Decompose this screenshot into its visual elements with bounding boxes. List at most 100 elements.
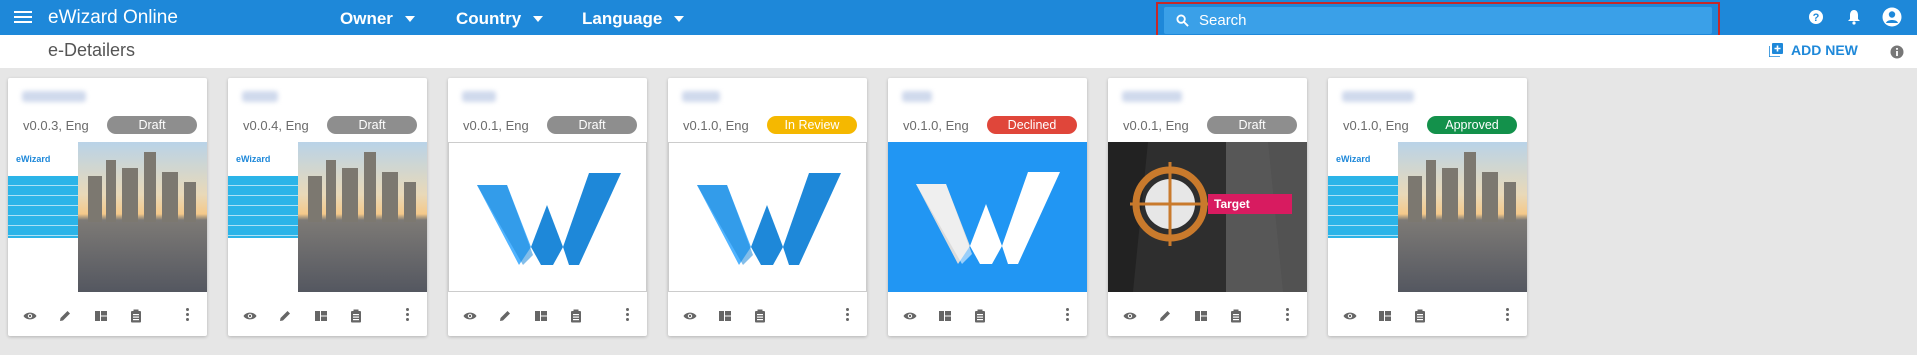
country-filter[interactable]: Country: [456, 9, 544, 29]
search-input[interactable]: Search: [1164, 7, 1712, 34]
card-thumbnail[interactable]: Target: [1108, 142, 1307, 292]
edit-icon[interactable]: [58, 309, 72, 323]
status-badge: Declined: [987, 116, 1077, 134]
layout-icon[interactable]: [314, 309, 328, 323]
mini-nav-preview: [228, 176, 298, 238]
card-version-language: v0.1.0, Eng: [683, 118, 749, 133]
card-version-language: v0.0.1, Eng: [463, 118, 529, 133]
menu-icon[interactable]: [14, 8, 32, 26]
thumb-text: Target: [1214, 197, 1250, 211]
ewizard-logo-icon: eWizard: [1336, 154, 1371, 164]
more-vert-icon[interactable]: [406, 308, 409, 322]
card-actions: [668, 302, 867, 332]
owner-filter[interactable]: Owner: [340, 9, 415, 29]
layout-icon[interactable]: [94, 309, 108, 323]
view-icon[interactable]: [903, 309, 917, 323]
card-name-redacted: [1122, 91, 1182, 102]
card-name-redacted: [682, 91, 720, 102]
layout-icon[interactable]: [534, 309, 548, 323]
edetailer-card[interactable]: v0.1.0, Eng Approved eWizard: [1328, 78, 1527, 336]
chevron-down-icon: [404, 16, 415, 22]
edetailer-card[interactable]: v0.1.0, Eng Declined: [888, 78, 1087, 336]
account-icon[interactable]: [1882, 7, 1902, 32]
ewizard-logo-icon: [449, 173, 646, 291]
city-image: [1398, 142, 1527, 292]
view-icon[interactable]: [1343, 309, 1357, 323]
view-icon[interactable]: [1123, 309, 1137, 323]
more-vert-icon[interactable]: [1066, 308, 1069, 322]
view-icon[interactable]: [683, 309, 697, 323]
card-version-language: v0.1.0, Eng: [903, 118, 969, 133]
card-actions: [1328, 302, 1527, 332]
layout-icon[interactable]: [1194, 309, 1208, 323]
chevron-down-icon: [674, 16, 685, 22]
edit-icon[interactable]: [498, 309, 512, 323]
card-actions: [8, 302, 207, 332]
search-icon: [1176, 14, 1189, 27]
more-vert-icon[interactable]: [186, 308, 189, 322]
card-thumbnail[interactable]: eWizard: [8, 142, 207, 292]
sub-header: e-Detailers ADD NEW: [0, 35, 1917, 68]
page-title: e-Detailers: [48, 40, 136, 60]
edetailer-card[interactable]: v0.0.1, Eng Draft: [448, 78, 647, 336]
chevron-down-icon: [533, 16, 544, 22]
mini-nav-preview: [1328, 176, 1398, 238]
owner-filter-label: Owner: [340, 9, 393, 28]
clipboard-icon[interactable]: [973, 309, 987, 323]
edetailer-card[interactable]: v0.0.1, Eng Draft Target: [1108, 78, 1307, 336]
language-filter[interactable]: Language: [582, 9, 685, 29]
card-thumbnail[interactable]: [448, 142, 647, 292]
notifications-icon[interactable]: [1846, 9, 1862, 30]
clipboard-icon[interactable]: [753, 309, 767, 323]
svg-text:?: ?: [1813, 12, 1820, 24]
edetailer-card[interactable]: v0.0.3, Eng Draft eWizard: [8, 78, 207, 336]
layout-icon[interactable]: [718, 309, 732, 323]
card-version-language: v0.0.3, Eng: [23, 118, 89, 133]
edetailer-card[interactable]: v0.1.0, Eng In Review: [668, 78, 867, 336]
more-vert-icon[interactable]: [1506, 308, 1509, 322]
ewizard-logo-icon: eWizard: [236, 154, 271, 164]
ewizard-logo-icon: eWizard: [16, 154, 51, 164]
more-vert-icon[interactable]: [1286, 308, 1289, 322]
layout-icon[interactable]: [1378, 309, 1392, 323]
card-actions: [228, 302, 427, 332]
target-image: Target: [1108, 142, 1307, 292]
clipboard-icon[interactable]: [129, 309, 143, 323]
add-new-label: ADD NEW: [1791, 42, 1858, 58]
search-placeholder: Search: [1199, 12, 1247, 29]
ewizard-logo-icon: [669, 173, 866, 291]
layout-icon[interactable]: [938, 309, 952, 323]
card-thumbnail[interactable]: eWizard: [228, 142, 427, 292]
add-new-button[interactable]: ADD NEW: [1769, 42, 1858, 58]
edit-icon[interactable]: [278, 309, 292, 323]
add-box-icon: [1769, 43, 1783, 57]
card-thumbnail[interactable]: [888, 142, 1087, 292]
view-icon[interactable]: [463, 309, 477, 323]
status-badge: Draft: [547, 116, 637, 134]
more-vert-icon[interactable]: [846, 308, 849, 322]
clipboard-icon[interactable]: [1229, 309, 1243, 323]
card-actions: [448, 302, 647, 332]
card-name-redacted: [22, 91, 86, 102]
card-thumbnail[interactable]: eWizard: [1328, 142, 1527, 292]
language-filter-label: Language: [582, 9, 663, 28]
card-name-redacted: [902, 91, 932, 102]
help-icon[interactable]: ?: [1808, 9, 1824, 30]
clipboard-icon[interactable]: [349, 309, 363, 323]
edit-icon[interactable]: [1158, 309, 1172, 323]
card-name-redacted: [242, 91, 278, 102]
clipboard-icon[interactable]: [569, 309, 583, 323]
more-vert-icon[interactable]: [626, 308, 629, 322]
city-image: [78, 142, 207, 292]
edetailer-card[interactable]: v0.0.4, Eng Draft eWizard: [228, 78, 427, 336]
card-name-redacted: [462, 91, 496, 102]
card-version-language: v0.1.0, Eng: [1343, 118, 1409, 133]
info-icon[interactable]: [1890, 45, 1904, 64]
card-thumbnail[interactable]: [668, 142, 867, 292]
clipboard-icon[interactable]: [1413, 309, 1427, 323]
card-actions: [888, 302, 1087, 332]
country-filter-label: Country: [456, 9, 522, 28]
view-icon[interactable]: [243, 309, 257, 323]
view-icon[interactable]: [23, 309, 37, 323]
status-badge: Draft: [327, 116, 417, 134]
